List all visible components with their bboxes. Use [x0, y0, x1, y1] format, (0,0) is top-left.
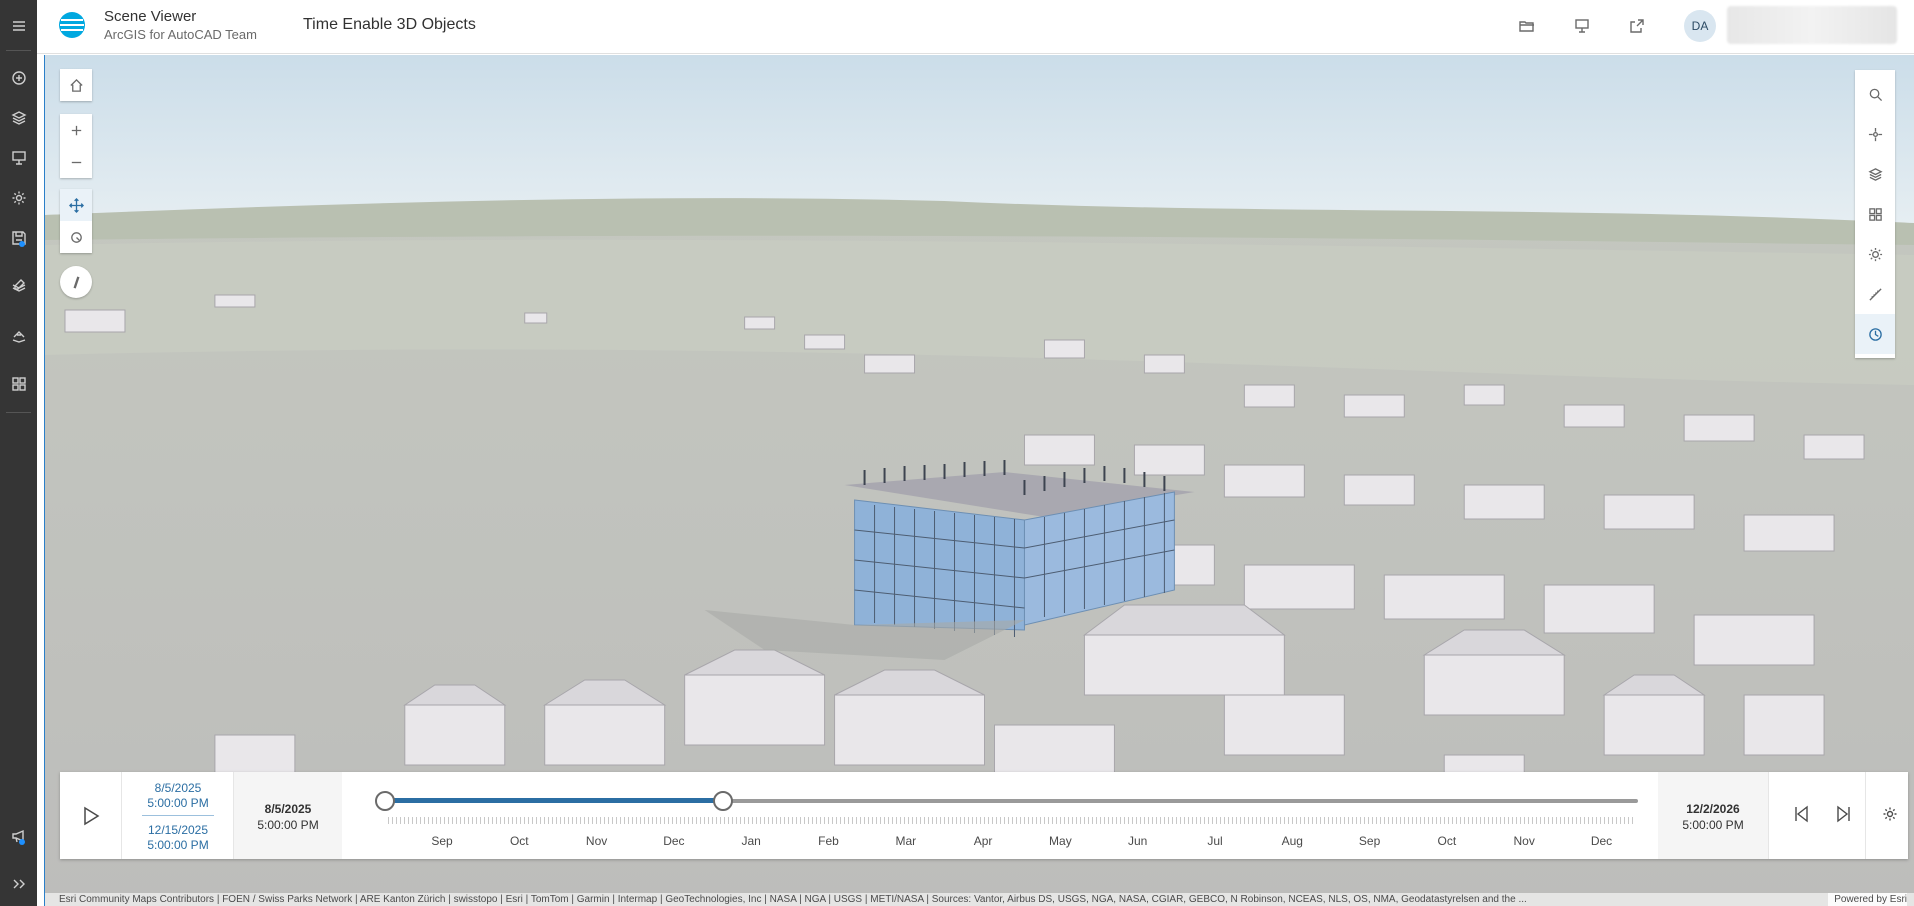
- range-start-date: 8/5/2025: [154, 781, 202, 795]
- month-label: Aug: [1281, 834, 1303, 848]
- start-time: 5:00:00 PM: [257, 818, 319, 832]
- step-back-icon: [1795, 805, 1808, 823]
- measure-icon[interactable]: [1855, 274, 1895, 314]
- folder-open-icon[interactable]: [1512, 12, 1542, 40]
- menu-icon[interactable]: [0, 8, 37, 44]
- month-label: Mar: [895, 834, 917, 848]
- zoom-in-icon[interactable]: [60, 114, 92, 146]
- pan-icon[interactable]: [60, 189, 92, 221]
- month-label: Apr: [973, 834, 993, 848]
- announcement-icon[interactable]: [0, 818, 37, 854]
- divider: [1865, 772, 1866, 859]
- powered-by[interactable]: Powered by Esri: [1828, 893, 1907, 906]
- play-icon: [83, 806, 99, 825]
- range-divider: [142, 815, 214, 816]
- globe-logo-icon: [59, 12, 85, 38]
- month-label: Sep: [1358, 834, 1381, 848]
- full-extent-start: 8/5/2025 5:00:00 PM: [234, 772, 342, 859]
- basemap-icon[interactable]: [1855, 194, 1895, 234]
- presentation-icon[interactable]: [1567, 12, 1597, 40]
- left-sidebar: [0, 0, 37, 906]
- daylight-icon[interactable]: [1855, 234, 1895, 274]
- app-header: Scene Viewer ArcGIS for AutoCAD Team Tim…: [37, 0, 1914, 54]
- month-label: Nov: [1513, 834, 1535, 848]
- slider-selected-range: [385, 798, 724, 803]
- zoom-control: [60, 114, 92, 178]
- range-end-date: 12/15/2025: [147, 823, 209, 837]
- slider-thumb-end[interactable]: [713, 791, 734, 811]
- next-button[interactable]: [1826, 797, 1860, 831]
- play-button[interactable]: [60, 772, 122, 859]
- zoom-out-icon[interactable]: [60, 146, 92, 178]
- user-name-redacted[interactable]: [1727, 6, 1897, 44]
- add-layer-icon[interactable]: [0, 60, 37, 96]
- app-subtitle: ArcGIS for AutoCAD Team: [104, 27, 257, 42]
- layers-icon[interactable]: [1855, 154, 1895, 194]
- slides-icon[interactable]: [0, 140, 37, 176]
- month-label: Oct: [1437, 834, 1457, 848]
- divider: [6, 412, 31, 413]
- month-label: Jul: [1207, 834, 1223, 848]
- rotate-icon[interactable]: [60, 221, 92, 253]
- month-label: Nov: [585, 834, 608, 848]
- range-start-time: 5:00:00 PM: [147, 796, 209, 810]
- expand-icon[interactable]: [0, 866, 37, 902]
- right-toolbar: [1855, 70, 1895, 358]
- month-label: Jan: [741, 834, 761, 848]
- search-icon[interactable]: [1855, 74, 1895, 114]
- full-extent-end: 12/2/2026 5:00:00 PM: [1658, 772, 1768, 859]
- month-label: Sep: [431, 834, 453, 848]
- time-icon[interactable]: [1855, 314, 1895, 354]
- range-end-time: 5:00:00 PM: [147, 838, 209, 852]
- home-icon[interactable]: [60, 69, 92, 101]
- scene-viewer-app: Scene Viewer ArcGIS for AutoCAD Team Tim…: [0, 0, 1914, 906]
- month-label: Dec: [1590, 834, 1613, 848]
- locate-icon[interactable]: [1855, 114, 1895, 154]
- slider-thumb-start[interactable]: [375, 791, 395, 811]
- layers-icon[interactable]: [0, 100, 37, 136]
- attribution-text: Esri Community Maps Contributors | FOEN …: [59, 894, 1527, 905]
- scene-title[interactable]: Time Enable 3D Objects: [303, 16, 476, 34]
- end-time: 5:00:00 PM: [1682, 818, 1744, 832]
- settings-icon[interactable]: [0, 180, 37, 216]
- app-title: Scene Viewer: [104, 8, 197, 25]
- save-icon[interactable]: [0, 220, 37, 256]
- compass-icon[interactable]: [60, 266, 92, 298]
- share-icon[interactable]: [1622, 12, 1652, 40]
- time-slider: 8/5/2025 5:00:00 PM 12/15/2025 5:00:00 P…: [60, 772, 1908, 859]
- analysis-icon[interactable]: [0, 268, 37, 304]
- unsaved-indicator: [19, 241, 25, 247]
- month-label: Dec: [663, 834, 685, 848]
- previous-button[interactable]: [1785, 797, 1819, 831]
- end-date: 12/2/2026: [1686, 802, 1740, 816]
- navigation-toggle: [60, 189, 92, 253]
- home-control: [60, 69, 92, 101]
- time-extent-display: 8/5/2025 5:00:00 PM 12/15/2025 5:00:00 P…: [122, 772, 234, 859]
- slider-ticks: [388, 817, 1634, 824]
- month-label: Feb: [818, 834, 839, 848]
- divider: [1768, 772, 1769, 859]
- apps-icon[interactable]: [0, 366, 37, 402]
- start-date: 8/5/2025: [264, 802, 312, 816]
- scene-view[interactable]: 8/5/2025 5:00:00 PM 12/15/2025 5:00:00 P…: [44, 55, 1914, 906]
- compass-control: [60, 266, 92, 298]
- attribution-bar[interactable]: Esri Community Maps Contributors | FOEN …: [45, 893, 1914, 906]
- step-forward-icon: [1837, 805, 1850, 823]
- notification-indicator: [19, 839, 25, 845]
- avatar[interactable]: DA: [1684, 10, 1716, 42]
- tools-icon[interactable]: [0, 318, 37, 354]
- gear-icon: [1883, 807, 1897, 821]
- divider: [6, 50, 31, 51]
- slider-settings-button[interactable]: [1873, 797, 1907, 831]
- month-label: Jun: [1128, 834, 1148, 848]
- month-label: Oct: [509, 834, 529, 848]
- month-label: May: [1049, 834, 1072, 848]
